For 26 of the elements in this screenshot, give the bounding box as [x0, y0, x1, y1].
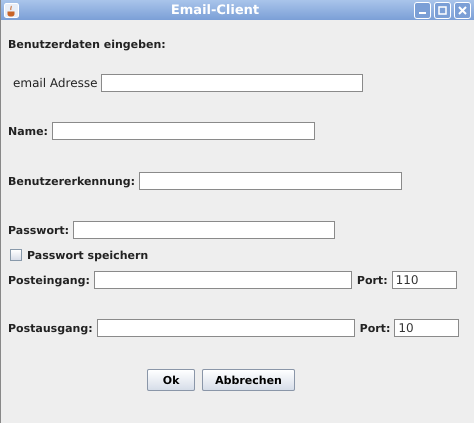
field-label: Name: — [8, 124, 48, 138]
port-label: Port: — [356, 274, 388, 286]
maximize-button[interactable] — [434, 2, 451, 18]
checkbox-label: Passwort speichern — [27, 248, 148, 262]
input-field[interactable] — [94, 271, 352, 289]
input-field[interactable] — [96, 319, 355, 337]
port-label: Port: — [360, 322, 390, 334]
input-field[interactable] — [52, 122, 315, 140]
section-heading: Benutzerdaten eingeben: — [8, 37, 167, 53]
port-field[interactable]: 110 — [392, 271, 457, 289]
app-icon — [4, 2, 19, 18]
input-field[interactable] — [73, 221, 336, 239]
field-label: Postausgang: — [8, 322, 93, 334]
input-field[interactable] — [101, 74, 364, 92]
field-label: email Adresse — [13, 76, 98, 90]
window-title: Email-Client — [170, 2, 260, 18]
minimize-button[interactable] — [414, 2, 431, 18]
dialog-button[interactable]: Abbrechen — [202, 369, 295, 391]
field-label: Passwort: — [8, 224, 70, 236]
field-label: Benutzererkennung: — [8, 174, 136, 188]
port-field[interactable]: 10 — [394, 319, 460, 337]
input-field[interactable] — [139, 172, 402, 190]
dialog-button[interactable]: Ok — [147, 369, 196, 391]
field-label: Posteingang: — [8, 274, 90, 286]
checkbox[interactable] — [10, 249, 22, 261]
close-button[interactable] — [454, 2, 471, 18]
